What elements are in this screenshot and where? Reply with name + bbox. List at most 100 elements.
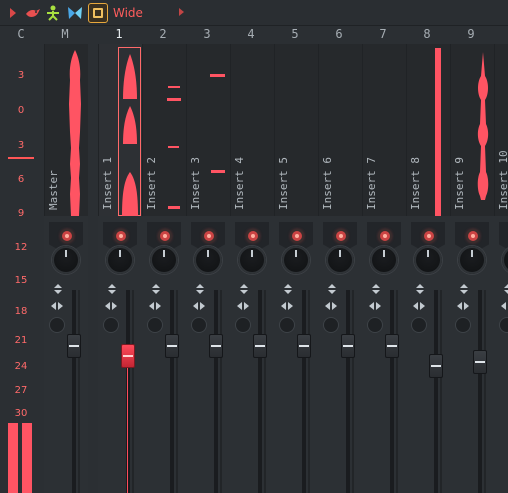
meter-area: Insert 4	[230, 44, 274, 216]
left-right-arrows-icon[interactable]	[193, 301, 207, 311]
fader-track	[132, 290, 134, 493]
header-2[interactable]: 2	[153, 27, 173, 43]
header-9[interactable]: 9	[461, 27, 481, 43]
mixer-channel-insert-3[interactable]: Insert 3	[186, 44, 230, 493]
volume-fader[interactable]	[121, 344, 135, 368]
volume-fader[interactable]	[67, 334, 81, 358]
fader-track	[264, 290, 266, 493]
channel-strip	[274, 216, 318, 493]
up-down-arrows-icon[interactable]	[327, 284, 337, 294]
volume-fader[interactable]	[429, 354, 443, 378]
mixer-channel-insert-6[interactable]: Insert 6	[318, 44, 362, 493]
volume-fader[interactable]	[473, 350, 487, 374]
pan-knob[interactable]	[106, 246, 134, 274]
scale-label: 30	[14, 408, 28, 419]
pan-knob[interactable]	[150, 246, 178, 274]
fader-track	[434, 290, 438, 493]
header-1[interactable]: 1	[109, 27, 129, 43]
pan-knob[interactable]	[326, 246, 354, 274]
pan-knob[interactable]	[52, 246, 80, 274]
channel-name: Insert 7	[365, 157, 378, 210]
wide-label[interactable]: Wide	[113, 6, 143, 20]
pan-knob[interactable]	[458, 246, 486, 274]
stereo-separation-knob[interactable]	[324, 318, 338, 332]
scale-label: 3	[17, 140, 25, 151]
left-right-arrows-icon[interactable]	[149, 301, 163, 311]
left-right-arrows-icon[interactable]	[51, 301, 65, 311]
stereo-separation-knob[interactable]	[236, 318, 250, 332]
stereo-separation-knob[interactable]	[104, 318, 118, 332]
fader-track	[396, 290, 398, 493]
volume-fader[interactable]	[385, 334, 399, 358]
mixer-channel-insert-1[interactable]: Insert 1	[98, 44, 142, 493]
arrow-right-icon[interactable]	[4, 4, 22, 22]
mixer-channel-insert-5[interactable]: Insert 5	[274, 44, 318, 493]
header-8[interactable]: 8	[417, 27, 437, 43]
left-right-arrows-icon[interactable]	[413, 301, 427, 311]
route-led-icon	[292, 231, 302, 241]
stereo-separation-knob[interactable]	[368, 318, 382, 332]
up-down-arrows-icon[interactable]	[195, 284, 205, 294]
stereo-separation-knob[interactable]	[192, 318, 206, 332]
header-6[interactable]: 6	[329, 27, 349, 43]
pan-knob[interactable]	[370, 246, 398, 274]
pan-knob[interactable]	[194, 246, 222, 274]
volume-fader[interactable]	[209, 334, 223, 358]
route-led-icon	[380, 231, 390, 241]
zero-db-mark	[8, 157, 34, 159]
header-5[interactable]: 5	[285, 27, 305, 43]
stereo-separation-knob[interactable]	[456, 318, 470, 332]
header-3[interactable]: 3	[197, 27, 217, 43]
pan-knob[interactable]	[502, 246, 508, 274]
stereo-separation-knob[interactable]	[148, 318, 162, 332]
header-7[interactable]: 7	[373, 27, 393, 43]
up-down-arrows-icon[interactable]	[415, 284, 425, 294]
wide-icon[interactable]	[88, 3, 108, 23]
pan-knob[interactable]	[238, 246, 266, 274]
left-right-arrows-icon[interactable]	[237, 301, 251, 311]
up-down-arrows-icon[interactable]	[239, 284, 249, 294]
volume-fader[interactable]	[165, 334, 179, 358]
mixer-channel-insert-7[interactable]: Insert 7	[362, 44, 406, 493]
meter-area: Insert 9	[450, 44, 494, 216]
volume-fader[interactable]	[341, 334, 355, 358]
up-down-arrows-icon[interactable]	[283, 284, 293, 294]
person-icon[interactable]	[44, 4, 62, 22]
left-right-arrows-icon[interactable]	[457, 301, 471, 311]
header-master[interactable]: M	[55, 27, 75, 43]
stereo-separation-knob[interactable]	[412, 318, 426, 332]
mixer-channel-insert-9[interactable]: Insert 9	[450, 44, 494, 493]
up-down-arrows-icon[interactable]	[107, 284, 117, 294]
left-right-arrows-icon[interactable]	[281, 301, 295, 311]
mixer-channel-insert-8[interactable]: Insert 8	[406, 44, 450, 493]
scale-label: 0	[17, 105, 25, 116]
pan-knob[interactable]	[282, 246, 310, 274]
fader-track	[308, 290, 310, 493]
mixer-channel-insert-4[interactable]: Insert 4	[230, 44, 274, 493]
up-down-arrows-icon[interactable]	[151, 284, 161, 294]
pan-knob[interactable]	[414, 246, 442, 274]
header-4[interactable]: 4	[241, 27, 261, 43]
stereo-separation-knob[interactable]	[50, 318, 64, 332]
fader-track	[478, 290, 482, 493]
stereo-separation-knob[interactable]	[500, 318, 508, 332]
up-down-arrows-icon[interactable]	[503, 284, 508, 294]
volume-fader[interactable]	[253, 334, 267, 358]
left-right-arrows-icon[interactable]	[369, 301, 383, 311]
mixer-channel-insert-2[interactable]: Insert 2	[142, 44, 186, 493]
mixer-channel-master[interactable]: Master	[44, 44, 88, 493]
left-right-arrows-icon[interactable]	[501, 301, 508, 311]
left-right-arrows-icon[interactable]	[325, 301, 339, 311]
butterfly-icon[interactable]	[66, 4, 84, 22]
volume-fader[interactable]	[297, 334, 311, 358]
bird-icon[interactable]	[24, 4, 42, 22]
channel-name: Insert 1	[101, 157, 114, 210]
mixer-channel-insert-10[interactable]: Insert 10	[494, 44, 508, 493]
header-current[interactable]: C	[11, 27, 31, 43]
left-right-arrows-icon[interactable]	[105, 301, 119, 311]
up-down-arrows-icon[interactable]	[459, 284, 469, 294]
stereo-separation-knob[interactable]	[280, 318, 294, 332]
menu-arrow-icon[interactable]	[179, 8, 184, 16]
up-down-arrows-icon[interactable]	[371, 284, 381, 294]
up-down-arrows-icon[interactable]	[53, 284, 63, 294]
